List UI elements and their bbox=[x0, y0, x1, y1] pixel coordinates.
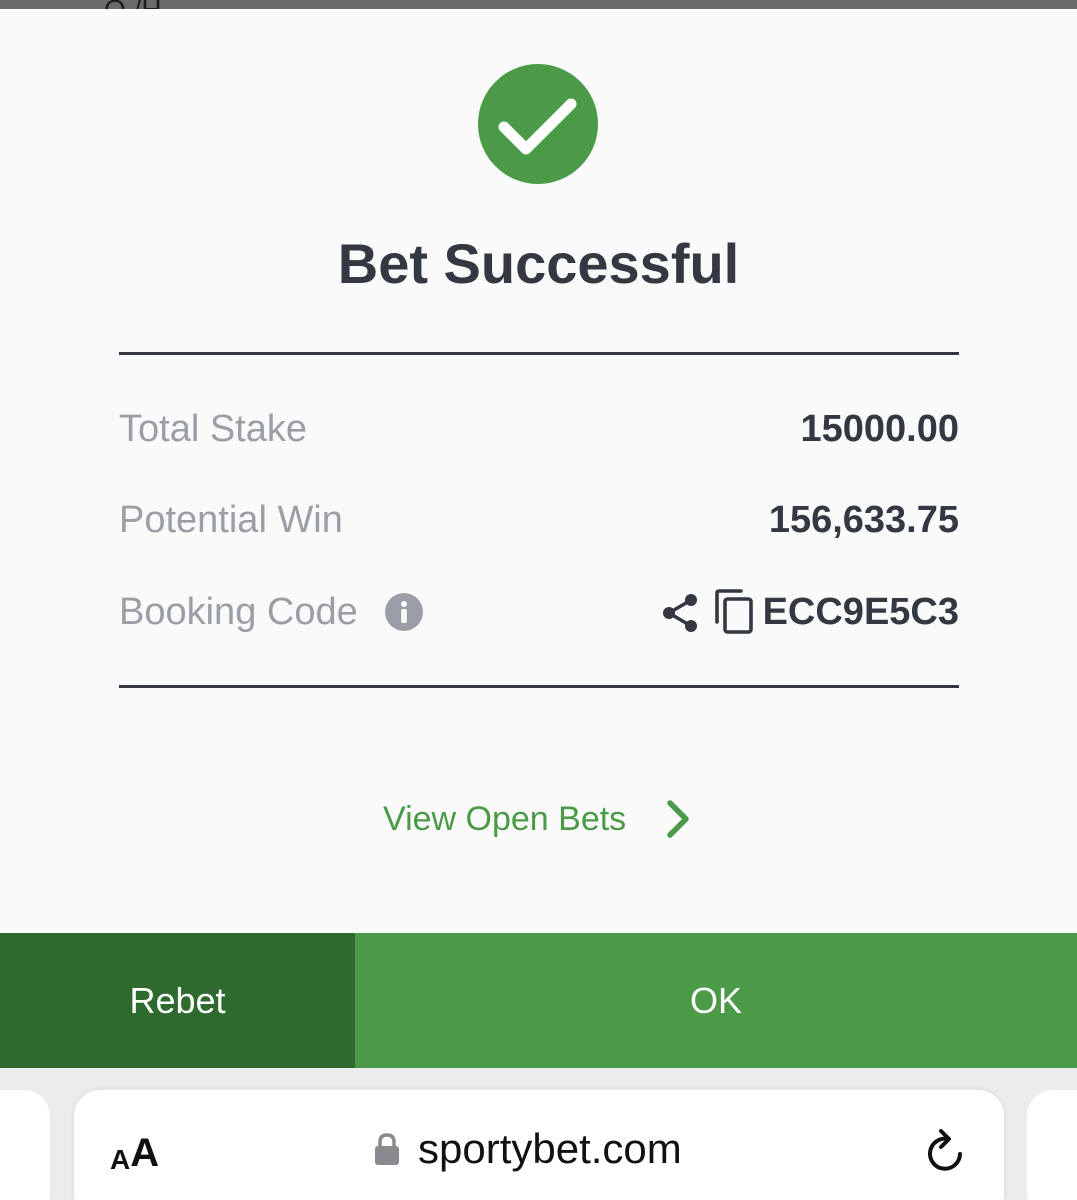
modal-title: Bet Successful bbox=[337, 232, 740, 295]
share-icon[interactable] bbox=[659, 592, 701, 634]
total-stake-row: Total Stake 15000.00 bbox=[119, 399, 959, 459]
action-buttons: Rebet OK bbox=[0, 933, 1077, 1068]
potential-win-value: 156,633.75 bbox=[768, 499, 959, 541]
address-bar[interactable]: A A sportybet.com bbox=[74, 1090, 1004, 1200]
booking-code-label: Booking Code bbox=[119, 591, 358, 633]
lock-icon bbox=[375, 1133, 399, 1165]
text-size-large-glyph: A bbox=[130, 1131, 160, 1175]
divider bbox=[119, 685, 959, 688]
info-icon[interactable] bbox=[385, 593, 423, 631]
copy-icon[interactable] bbox=[713, 588, 757, 636]
previous-tab[interactable] bbox=[0, 1090, 50, 1200]
divider bbox=[119, 352, 959, 355]
total-stake-value: 15000.00 bbox=[800, 408, 960, 450]
chevron-right-icon bbox=[667, 800, 689, 838]
bet-success-modal: Bet Successful Total Stake 15000.00 Pote… bbox=[0, 9, 1077, 933]
background-header-text: O /H bbox=[104, 0, 162, 9]
rebet-button[interactable]: Rebet bbox=[0, 933, 355, 1068]
background-page-strip: O /H bbox=[0, 0, 1077, 9]
checkmark-circle-icon bbox=[478, 64, 598, 184]
view-open-bets-label: View Open Bets bbox=[383, 799, 627, 838]
booking-code-row: Booking Code ECC9E5C3 bbox=[119, 582, 959, 642]
potential-win-row: Potential Win 156,633.75 bbox=[119, 490, 959, 550]
browser-toolbar: A A sportybet.com bbox=[0, 1068, 1077, 1200]
view-open-bets-link[interactable]: View Open Bets bbox=[383, 789, 694, 849]
total-stake-label: Total Stake bbox=[119, 408, 307, 450]
ok-button[interactable]: OK bbox=[355, 933, 1077, 1068]
reload-icon[interactable] bbox=[924, 1126, 968, 1174]
potential-win-label: Potential Win bbox=[119, 499, 343, 541]
booking-code-value[interactable]: ECC9E5C3 bbox=[763, 582, 959, 642]
next-tab[interactable] bbox=[1027, 1090, 1077, 1200]
text-size-small-glyph: A bbox=[110, 1144, 131, 1175]
text-size-button[interactable]: A A bbox=[110, 1126, 159, 1176]
url-text: sportybet.com bbox=[418, 1125, 682, 1172]
